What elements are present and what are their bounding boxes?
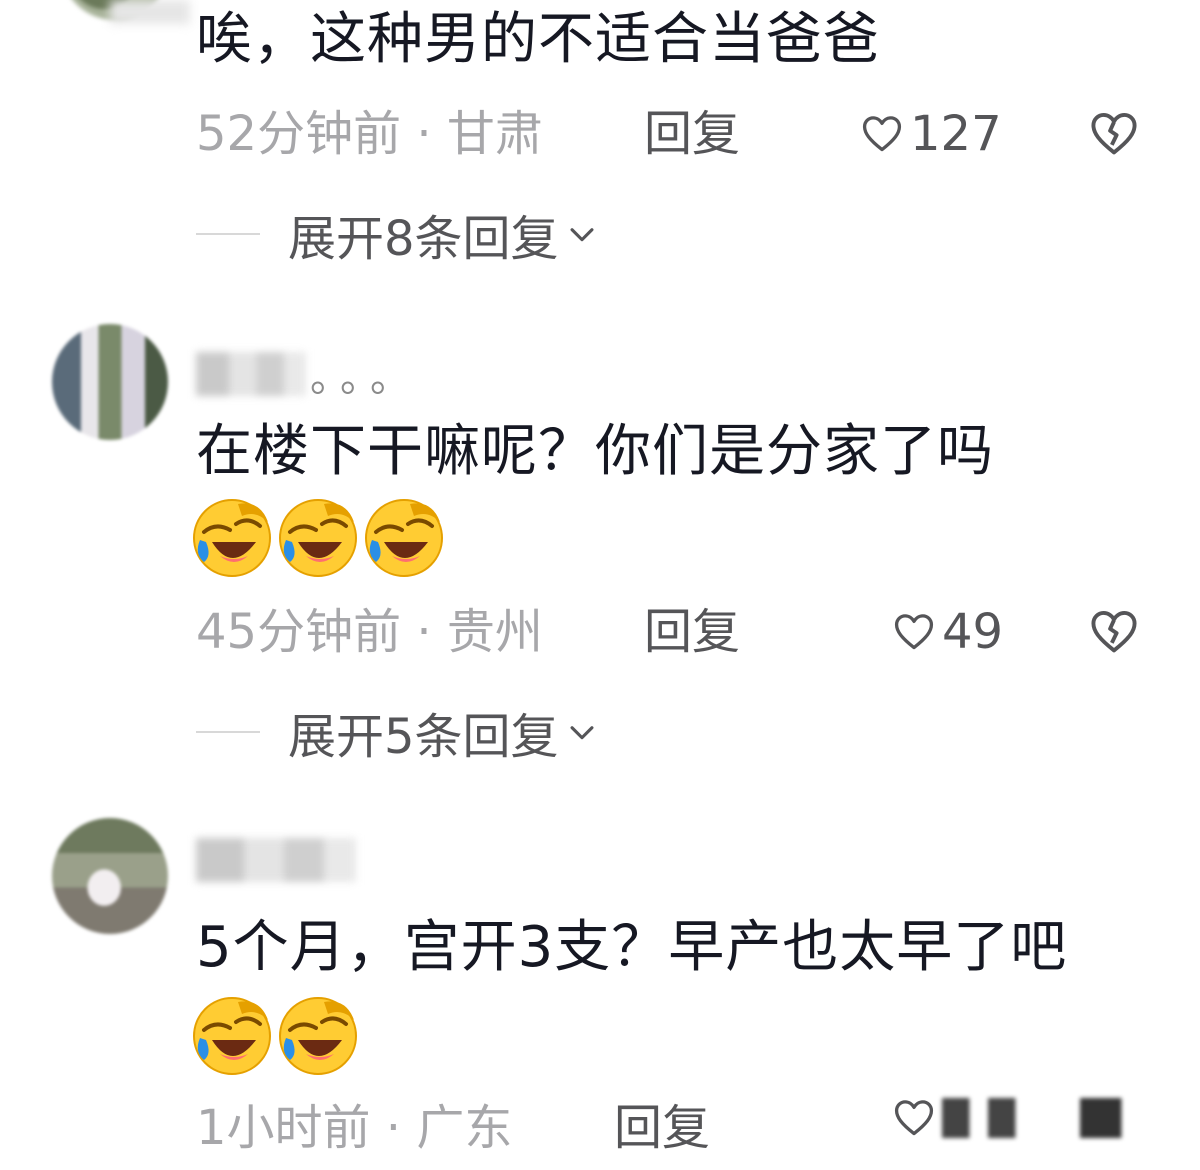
comment-text: 唉，这种男的不适合当爸爸 <box>196 7 880 72</box>
expand-replies-label: 展开5条回复 <box>288 709 559 765</box>
like-button[interactable]: 49 <box>892 600 1003 664</box>
heart-outline-icon <box>894 614 934 650</box>
reply-button[interactable]: 回复 <box>614 1096 710 1160</box>
broken-heart-icon[interactable] <box>1088 108 1140 160</box>
comment-text: 在楼下干嘛呢？你们是分家了吗 <box>196 419 994 484</box>
username[interactable]: 。。。 <box>196 344 420 404</box>
like-button[interactable] <box>892 1096 1172 1140</box>
divider <box>196 731 260 733</box>
comment-item: 5个月，宫开3支？早产也太早了吧 1小时前 · 广东 回复 <box>0 800 1200 1170</box>
like-count-obscured <box>942 1098 1172 1138</box>
expand-replies-button[interactable]: 展开8条回复 <box>196 202 599 267</box>
expand-replies-label: 展开8条回复 <box>288 211 559 267</box>
like-count: 127 <box>910 106 1002 162</box>
chevron-down-icon <box>570 228 594 242</box>
avatar[interactable] <box>52 818 168 934</box>
comment-meta: 45分钟前 · 贵州 回复 49 <box>196 600 1156 664</box>
expand-replies-button[interactable]: 展开5条回复 <box>196 700 599 765</box>
emoji-row <box>190 994 360 1078</box>
heart-outline-icon <box>894 1100 934 1136</box>
username-blurred <box>196 838 356 882</box>
laughing-crying-emoji <box>365 499 443 577</box>
comment-time-location: 52分钟前 · 甘肃 <box>196 106 543 162</box>
laughing-crying-emoji <box>279 499 357 577</box>
heart-outline-icon <box>862 116 902 152</box>
laughing-crying-emoji <box>193 499 271 577</box>
comment-item: 唉，这种男的不适合当爸爸 52分钟前 · 甘肃 回复 127 展开8条回复 <box>0 0 1200 300</box>
like-button[interactable]: 127 <box>860 102 1002 166</box>
divider <box>196 233 260 235</box>
reply-button[interactable]: 回复 <box>644 102 740 166</box>
comment-time-location: 45分钟前 · 贵州 <box>196 604 543 660</box>
broken-heart-icon[interactable] <box>1088 606 1140 658</box>
laughing-crying-emoji <box>193 997 271 1075</box>
comment-time-location: 1小时前 · 广东 <box>196 1100 513 1156</box>
laughing-crying-emoji <box>279 997 357 1075</box>
like-count: 49 <box>942 604 1004 660</box>
comment-text: 5个月，宫开3支？早产也太早了吧 <box>196 915 1068 980</box>
username-blurred <box>196 352 306 396</box>
emoji-row <box>190 496 446 580</box>
username[interactable] <box>196 830 360 890</box>
comment-meta: 1小时前 · 广东 回复 <box>196 1096 1172 1160</box>
chevron-down-icon <box>570 726 594 740</box>
avatar[interactable] <box>52 324 168 440</box>
username-suffix: 。。。 <box>310 355 420 401</box>
comment-item: 。。。 在楼下干嘛呢？你们是分家了吗 45分钟前 · 贵州 回复 49 展开5条… <box>0 300 1200 800</box>
comment-meta: 52分钟前 · 甘肃 回复 127 <box>196 102 1156 166</box>
reply-button[interactable]: 回复 <box>644 600 740 664</box>
